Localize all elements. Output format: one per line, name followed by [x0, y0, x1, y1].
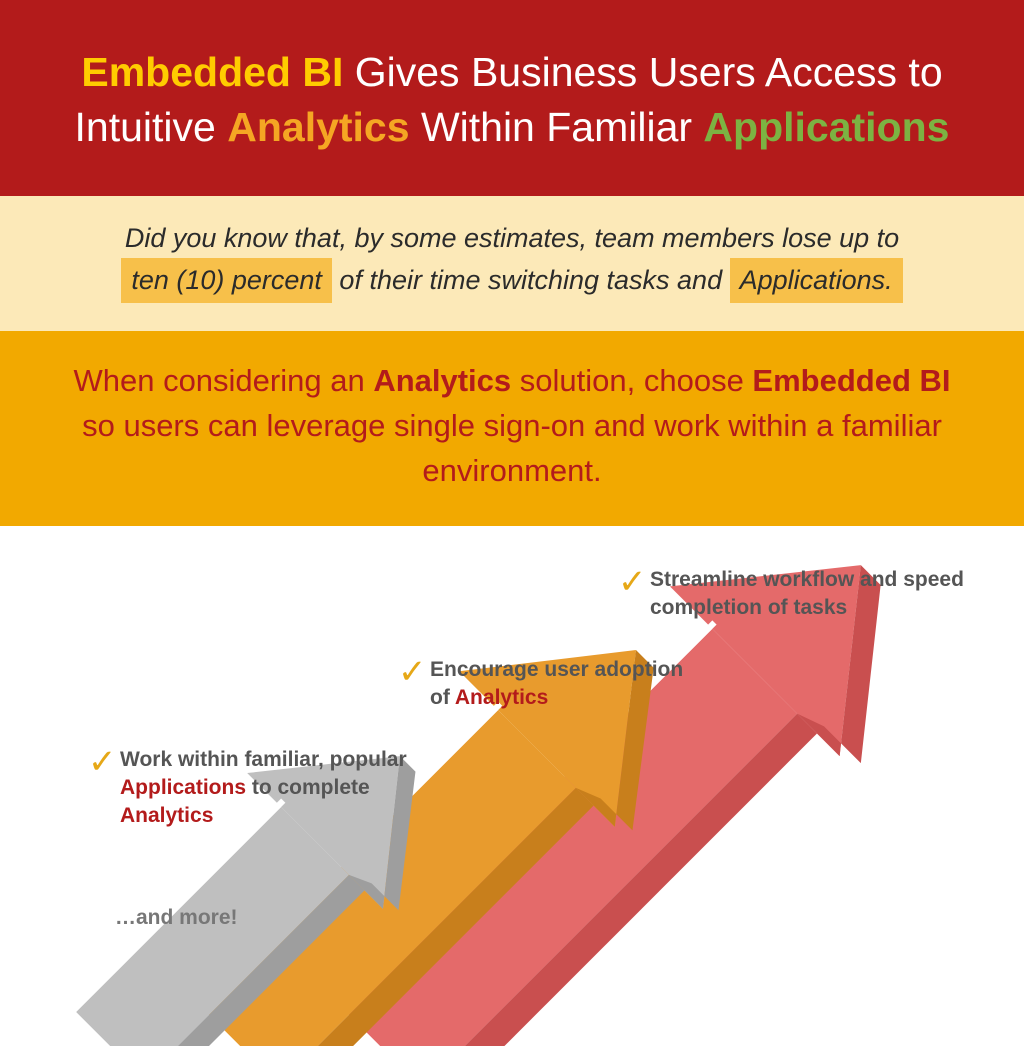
- benefit-1-seg1: Work within familiar, popular: [120, 748, 407, 771]
- benefit-3-text: Streamline workflow and speed completion…: [650, 568, 964, 619]
- fact-seg1: Did you know that, by some estimates, te…: [125, 223, 899, 253]
- benefit-1-analytics: Analytics: [120, 804, 213, 827]
- benefit-2-analytics: Analytics: [455, 686, 548, 709]
- header-analytics: Analytics: [227, 104, 409, 150]
- rec-analytics: Analytics: [373, 363, 511, 398]
- benefit-2: ✓ Encourage user adoption of Analytics: [430, 656, 690, 713]
- and-more: …and more!: [115, 906, 238, 930]
- check-icon: ✓: [398, 650, 427, 696]
- fact-chip-applications: Applications.: [730, 258, 903, 303]
- check-icon: ✓: [88, 740, 117, 786]
- benefit-1-applications: Applications: [120, 776, 246, 799]
- check-icon: ✓: [618, 560, 647, 606]
- fact-text: Did you know that, by some estimates, te…: [80, 218, 944, 303]
- rec-seg3: so users can leverage single sign-on and…: [82, 408, 942, 488]
- fact-band: Did you know that, by some estimates, te…: [0, 196, 1024, 331]
- header-applications: Applications: [703, 104, 949, 150]
- rec-seg1: When considering an: [73, 363, 373, 398]
- benefit-1: ✓ Work within familiar, popular Applicat…: [120, 746, 420, 831]
- benefit-3: ✓ Streamline workflow and speed completi…: [650, 566, 970, 623]
- rec-embedded-bi: Embedded BI: [752, 363, 950, 398]
- recommendation-text: When considering an Analytics solution, …: [70, 359, 954, 494]
- fact-seg2: of their time switching tasks and: [332, 265, 730, 295]
- recommendation-band: When considering an Analytics solution, …: [0, 331, 1024, 526]
- header-band: Embedded BI Gives Business Users Access …: [0, 0, 1024, 196]
- rec-seg2: solution, choose: [511, 363, 752, 398]
- benefit-1-seg2: to complete: [246, 776, 370, 799]
- header-text: Embedded BI Gives Business Users Access …: [70, 45, 954, 156]
- header-embedded-bi: Embedded BI: [81, 49, 343, 95]
- fact-chip-percent: ten (10) percent: [121, 258, 332, 303]
- arrows-graphic: ✓ Streamline workflow and speed completi…: [0, 526, 1024, 1046]
- header-seg4: Within Familiar: [410, 104, 704, 150]
